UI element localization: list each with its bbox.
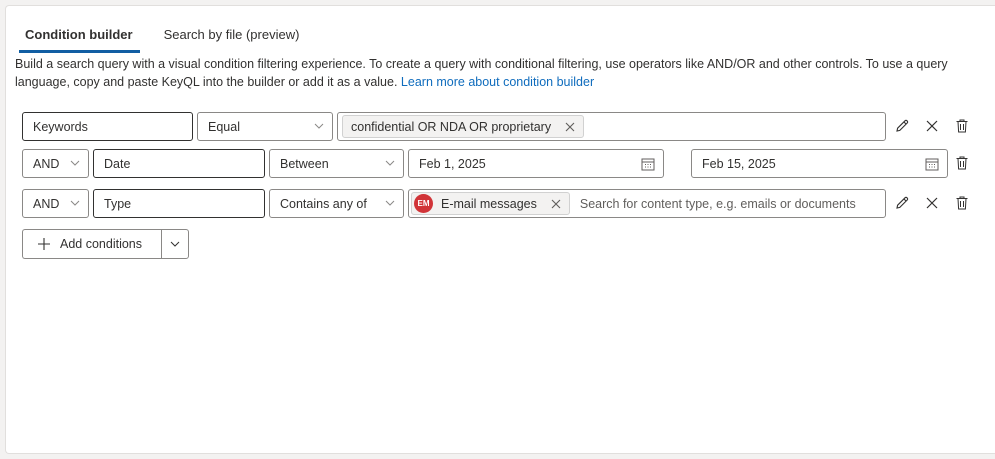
property-field-date[interactable]: Date [93, 149, 265, 178]
property-value: Keywords [33, 119, 88, 134]
pencil-icon[interactable] [894, 195, 910, 211]
pencil-icon[interactable] [894, 118, 910, 134]
chevron-down-icon [70, 200, 80, 206]
condition-row-type: AND Type Contains any of EM E-mail messa… [22, 189, 982, 218]
chevron-down-icon [385, 200, 395, 206]
chevron-down-icon [385, 160, 395, 166]
property-value: Type [104, 196, 132, 211]
tab-list: Condition builder Search by file (previe… [19, 23, 306, 59]
logic-dropdown-and[interactable]: AND [22, 149, 89, 178]
add-conditions-menu-button[interactable] [161, 229, 189, 259]
logic-dropdown-and[interactable]: AND [22, 189, 89, 218]
chevron-down-icon [170, 241, 180, 247]
learn-more-link[interactable]: Learn more about condition builder [401, 75, 594, 89]
end-date-value: Feb 15, 2025 [702, 156, 776, 171]
property-field-type[interactable]: Type [93, 189, 265, 218]
keywords-value-field[interactable]: confidential OR NDA OR proprietary [337, 112, 886, 141]
dismiss-icon[interactable] [551, 199, 561, 209]
chevron-down-icon [314, 123, 324, 129]
tab-condition-builder[interactable]: Condition builder [19, 23, 140, 53]
trash-icon[interactable] [954, 118, 970, 134]
dismiss-icon[interactable] [565, 122, 575, 132]
trash-icon[interactable] [954, 195, 970, 211]
operator-dropdown-between[interactable]: Between [269, 149, 404, 178]
operator-value: Equal [208, 119, 240, 134]
property-value: Date [104, 156, 131, 171]
close-icon[interactable] [924, 195, 940, 211]
start-date-picker[interactable]: Feb 1, 2025 [408, 149, 664, 178]
operator-value: Between [280, 156, 329, 171]
add-conditions-split-button: Add conditions [22, 229, 189, 259]
trash-icon[interactable] [954, 155, 970, 171]
end-date-picker[interactable]: Feb 15, 2025 [691, 149, 948, 178]
tab-search-by-file[interactable]: Search by file (preview) [158, 23, 307, 53]
condition-builder-panel: Condition builder Search by file (previe… [5, 5, 995, 454]
content-type-chip-label: E-mail messages [441, 196, 537, 211]
logic-value: AND [33, 196, 60, 211]
start-date-value: Feb 1, 2025 [419, 156, 486, 171]
content-type-chip: EM E-mail messages [411, 192, 570, 215]
property-field-keywords[interactable]: Keywords [22, 112, 193, 141]
logic-value: AND [33, 156, 60, 171]
operator-dropdown-equal[interactable]: Equal [197, 112, 333, 141]
add-conditions-button[interactable]: Add conditions [22, 229, 161, 259]
operator-dropdown-contains-any-of[interactable]: Contains any of [269, 189, 404, 218]
close-icon[interactable] [924, 118, 940, 134]
avatar: EM [414, 194, 433, 213]
content-type-picker[interactable]: EM E-mail messages Search for content ty… [408, 189, 886, 218]
content-type-search-placeholder[interactable]: Search for content type, e.g. emails or … [580, 197, 856, 211]
keyword-chip: confidential OR NDA OR proprietary [342, 115, 585, 138]
condition-row-keywords: Keywords Equal confidential OR NDA OR pr… [22, 112, 982, 141]
description: Build a search query with a visual condi… [15, 55, 975, 91]
calendar-icon[interactable] [925, 157, 939, 171]
add-conditions-label: Add conditions [60, 237, 143, 251]
plus-icon [38, 238, 50, 250]
calendar-icon[interactable] [641, 157, 655, 171]
chevron-down-icon [70, 160, 80, 166]
condition-row-date: AND Date Between Feb 1, 2025 Feb 15, 202… [22, 149, 982, 178]
keyword-chip-label: confidential OR NDA OR proprietary [351, 119, 552, 134]
operator-value: Contains any of [280, 196, 367, 211]
